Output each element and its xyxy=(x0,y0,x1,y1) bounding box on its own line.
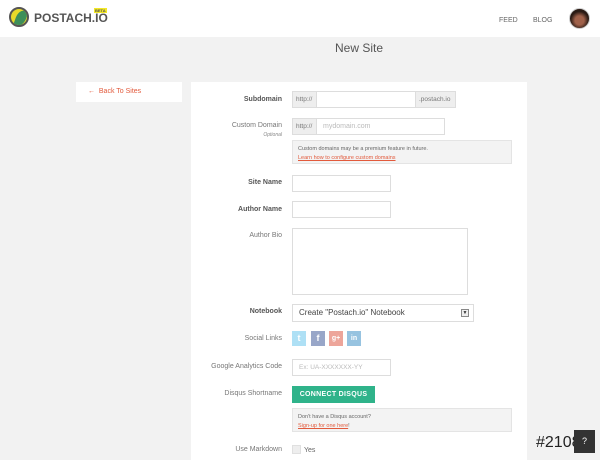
markdown-checkbox[interactable] xyxy=(292,445,301,454)
arrow-left-icon: ← xyxy=(88,88,95,95)
page-title: New Site xyxy=(334,41,384,55)
disqus-signup-link[interactable]: Sign-up for one here xyxy=(298,423,348,429)
beta-badge: BETA xyxy=(94,8,107,13)
author-bio-label: Author Bio xyxy=(249,232,282,239)
note-text: Custom domains may be a premium feature … xyxy=(298,146,428,152)
back-label: Back To Sites xyxy=(98,88,142,95)
ga-input[interactable]: Ex: UA-XXXXXXX-YY xyxy=(292,359,391,376)
connect-disqus-button[interactable]: CONNECT DISQUS xyxy=(292,386,375,403)
markdown-label: Use Markdown xyxy=(235,446,282,453)
help-icon[interactable]: ? xyxy=(574,430,595,453)
back-to-sites-link[interactable]: ← Back To Sites xyxy=(76,82,182,102)
subdomain-input[interactable] xyxy=(316,91,416,108)
twitter-icon[interactable]: t xyxy=(292,331,306,346)
subdomain-prefix: http:// xyxy=(292,91,317,108)
linkedin-icon[interactable]: in xyxy=(347,331,361,346)
ga-label: Google Analytics Code xyxy=(211,363,282,370)
author-bio-textarea[interactable] xyxy=(292,228,468,295)
custom-domain-optional: Optional xyxy=(263,132,282,138)
subdomain-suffix: .postach.io xyxy=(415,91,456,108)
markdown-option: Yes xyxy=(304,447,316,454)
site-name-label: Site Name xyxy=(248,179,282,186)
brand-name[interactable]: POSTACH.IO xyxy=(34,11,108,25)
header: POSTACH.IO BETA FEED BLOG xyxy=(0,0,600,37)
avatar[interactable] xyxy=(569,8,590,29)
social-links-label: Social Links xyxy=(244,335,282,342)
configure-domains-link[interactable]: Learn how to configure custom domains xyxy=(298,155,396,161)
facebook-icon[interactable]: f xyxy=(311,331,325,346)
google-plus-icon[interactable]: g+ xyxy=(329,331,343,346)
note-text: Don't have a Disqus account? xyxy=(298,414,371,420)
disqus-label: Disqus Shortname xyxy=(224,390,282,397)
custom-domain-label: Custom Domain xyxy=(231,122,282,129)
notebook-value: Create "Postach.io" Notebook xyxy=(299,308,405,317)
site-name-input[interactable] xyxy=(292,175,391,192)
author-name-label: Author Name xyxy=(238,206,282,213)
subdomain-label: Subdomain xyxy=(243,96,282,103)
notebook-select[interactable]: Create "Postach.io" Notebook ▼ xyxy=(292,304,474,322)
chevron-down-icon: ▼ xyxy=(461,309,469,317)
custom-domain-note: Custom domains may be a premium feature … xyxy=(292,140,512,164)
author-name-input[interactable] xyxy=(292,201,391,218)
note-suffix: ! xyxy=(348,423,350,429)
nav-blog[interactable]: BLOG xyxy=(533,17,552,24)
nav-feed[interactable]: FEED xyxy=(499,17,518,24)
disqus-note: Don't have a Disqus account? Sign-up for … xyxy=(292,408,512,432)
custom-domain-input[interactable]: mydomain.com xyxy=(316,118,445,135)
logo-icon[interactable] xyxy=(9,7,29,27)
notebook-label: Notebook xyxy=(249,308,282,315)
custom-domain-prefix: http:// xyxy=(292,118,317,135)
